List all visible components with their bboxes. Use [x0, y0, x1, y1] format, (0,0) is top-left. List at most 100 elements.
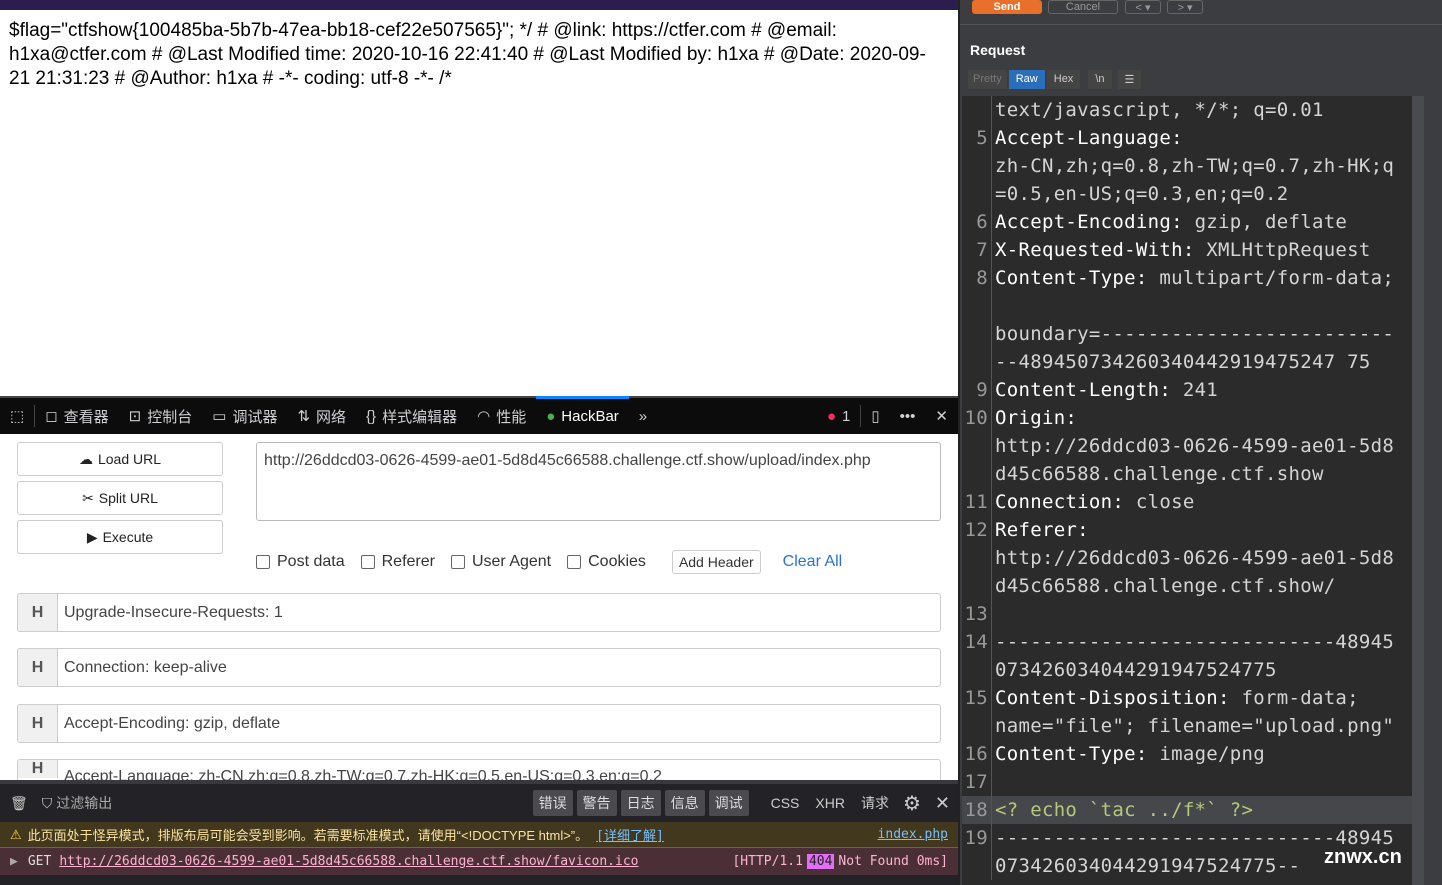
- tab-console[interactable]: ⊡ 控制台: [119, 398, 203, 434]
- newline-toggle[interactable]: \n: [1088, 70, 1112, 89]
- cookies-checkbox[interactable]: Cookies: [567, 553, 646, 571]
- header-toggle[interactable]: H: [18, 594, 58, 631]
- split-url-button[interactable]: ✂ Split URL: [17, 481, 223, 515]
- tab-inspector[interactable]: ◻ 查看器: [35, 398, 118, 434]
- line-key: Accept-Language:: [995, 127, 1183, 149]
- line-number: 18: [962, 796, 992, 824]
- header-input[interactable]: Upgrade-Insecure-Requests: 1: [58, 594, 283, 631]
- line-value: -----------------------------48945: [995, 631, 1395, 653]
- filter-errors[interactable]: 错误: [532, 790, 573, 816]
- line-text: X-Requested-With: XMLHttpRequest: [992, 236, 1371, 264]
- console-icon: ⊡: [128, 408, 142, 425]
- filter-info[interactable]: 信息: [664, 790, 705, 816]
- tab-label: 性能: [496, 408, 527, 426]
- code-line: 5 Accept-Language:: [962, 124, 1412, 152]
- filter-debug[interactable]: 调试: [708, 790, 749, 816]
- line-number: 15: [962, 684, 992, 712]
- code-line: 16 Content-Type: image/png: [962, 740, 1412, 768]
- network-error-row[interactable]: ▶ GET http://26ddcd03-0626-4599-ae01-5d8…: [0, 848, 958, 875]
- tab-style-editor[interactable]: {} 样式编辑器: [356, 398, 467, 434]
- code-line: 12 Referer:: [962, 516, 1412, 544]
- line-number: 12: [962, 516, 992, 544]
- request-editor[interactable]: text/javascript, */*; q=0.01 5 Accept-Lang…: [962, 96, 1412, 885]
- line-text: [992, 768, 995, 796]
- line-key: Referer:: [995, 519, 1089, 541]
- url-input[interactable]: http://26ddcd03-0626-4599-ae01-5d8d45c66…: [256, 442, 941, 521]
- filter-warnings[interactable]: 警告: [576, 790, 617, 816]
- line-value: image/png: [1147, 743, 1265, 765]
- element-picker-icon[interactable]: ⬚: [0, 398, 34, 434]
- line-key: Origin:: [995, 407, 1078, 429]
- add-header-button[interactable]: Add Header: [671, 550, 761, 574]
- line-text: Accept-Encoding: gzip, deflate: [992, 208, 1347, 236]
- line-value: gzip, deflate: [1182, 211, 1348, 233]
- line-value: form-data;: [1229, 687, 1359, 709]
- filter-xhr[interactable]: XHR: [815, 795, 845, 811]
- learn-more-link[interactable]: [详细了解]: [596, 825, 664, 844]
- forward-button[interactable]: > ▾: [1167, 0, 1203, 14]
- tab-pretty[interactable]: Pretty: [968, 70, 1007, 89]
- referer-checkbox[interactable]: Referer: [360, 553, 435, 571]
- filter-logs[interactable]: 日志: [620, 790, 661, 816]
- source-link[interactable]: index.php: [878, 827, 948, 842]
- header-toggle[interactable]: H: [18, 760, 58, 778]
- back-button[interactable]: < ▾: [1125, 0, 1161, 14]
- editor-scrollbar[interactable]: [1412, 96, 1424, 885]
- user-agent-checkbox[interactable]: User Agent: [450, 553, 552, 571]
- tab-label: 样式编辑器: [382, 408, 458, 426]
- line-text: d45c66588.challenge.ctf.show/: [992, 572, 1335, 600]
- filter-input[interactable]: 过滤输出: [56, 793, 532, 813]
- code-line: d45c66588.challenge.ctf.show/: [962, 572, 1412, 600]
- code-line: 14 -----------------------------48945: [962, 628, 1412, 656]
- header-input[interactable]: Connection: keep-alive: [58, 649, 227, 686]
- line-value: http://26ddcd03-0626-4599-ae01-5d8: [995, 435, 1395, 457]
- line-number: [962, 320, 992, 348]
- cloud-download-icon: ☁: [78, 450, 93, 467]
- line-number: 11: [962, 488, 992, 516]
- watermark: znwx.cn: [1324, 846, 1402, 868]
- filter-requests[interactable]: 请求: [861, 793, 889, 813]
- request-url[interactable]: http://26ddcd03-0626-4599-ae01-5d8d45c66…: [59, 854, 638, 869]
- responsive-mode-icon[interactable]: ▯: [861, 398, 889, 434]
- line-number: [962, 712, 992, 740]
- tab-debugger[interactable]: ▭ 调试器: [202, 398, 287, 434]
- close-console-icon[interactable]: ✕: [935, 793, 950, 814]
- clear-all-link[interactable]: Clear All: [783, 553, 843, 571]
- line-number: 19: [962, 824, 992, 852]
- line-value: =0.5,en-US;q=0.3,en;q=0.2: [995, 183, 1289, 205]
- menu-icon[interactable]: ☰: [1117, 70, 1142, 89]
- more-tabs-icon[interactable]: »: [629, 398, 657, 434]
- line-number: 7: [962, 236, 992, 264]
- tab-label: 控制台: [147, 408, 193, 426]
- header-row: H Accept-Encoding: gzip, deflate: [17, 704, 941, 743]
- tab-performance[interactable]: ◠ 性能: [467, 398, 536, 434]
- cancel-button[interactable]: Cancel: [1048, 0, 1118, 14]
- checkbox-label: Cookies: [588, 553, 646, 570]
- error-count-value: 1: [842, 407, 851, 425]
- send-button[interactable]: Send: [972, 0, 1042, 14]
- tab-raw[interactable]: Raw: [1008, 70, 1045, 89]
- load-url-button[interactable]: ☁ Load URL: [17, 442, 223, 476]
- expand-arrow-icon[interactable]: ▶: [10, 854, 18, 869]
- header-toggle[interactable]: H: [18, 705, 58, 742]
- tab-network[interactable]: ⇅ 网络: [287, 398, 356, 434]
- line-text: Connection: close: [992, 488, 1195, 516]
- settings-gear-icon[interactable]: ⚙: [903, 791, 921, 816]
- quirks-mode-warning: ⚠ 此页面处于怪异模式，排版布局可能会受到影响。若需要标准模式，请使用“<!DO…: [0, 822, 958, 848]
- code-line: http://26ddcd03-0626-4599-ae01-5d8: [962, 544, 1412, 572]
- header-toggle[interactable]: H: [18, 649, 58, 686]
- line-number: 5: [962, 124, 992, 152]
- header-input[interactable]: Accept-Encoding: gzip, deflate: [58, 705, 280, 742]
- close-icon[interactable]: ✕: [925, 398, 958, 434]
- error-count[interactable]: ● 1: [817, 398, 860, 434]
- checkbox-label: User Agent: [471, 553, 552, 570]
- trash-icon[interactable]: 🗑: [10, 795, 28, 812]
- tab-hackbar[interactable]: ● HackBar: [536, 396, 629, 434]
- filter-css[interactable]: CSS: [771, 795, 800, 811]
- play-icon: ▶: [86, 528, 98, 545]
- line-text: zh-CN,zh;q=0.8,zh-TW;q=0.7,zh-HK;q: [992, 152, 1394, 180]
- post-data-checkbox[interactable]: Post data: [256, 553, 345, 571]
- tab-hex[interactable]: Hex: [1046, 70, 1081, 89]
- execute-button[interactable]: ▶ Execute: [17, 520, 223, 554]
- more-options-icon[interactable]: •••: [890, 398, 926, 434]
